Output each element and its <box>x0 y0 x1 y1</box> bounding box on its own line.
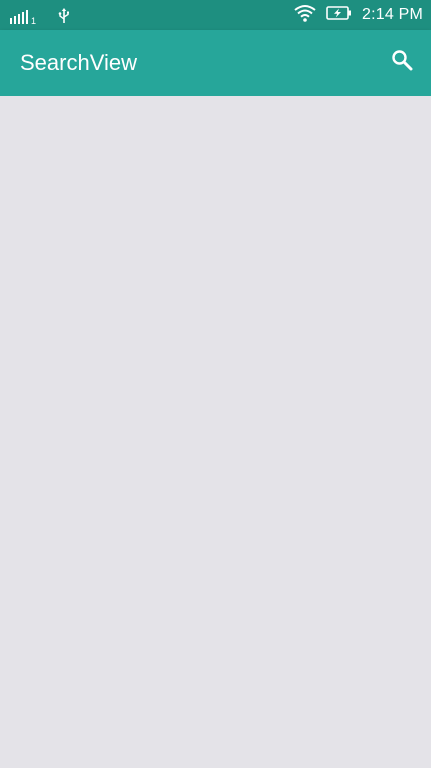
status-right-group: 2:14 PM <box>294 4 423 26</box>
app-bar: SearchView <box>0 30 431 96</box>
wifi-icon <box>294 4 316 27</box>
content-area <box>0 96 431 768</box>
usb-icon <box>58 8 70 24</box>
signal-icon <box>10 10 28 24</box>
status-time: 2:14 PM <box>362 6 423 23</box>
status-left-group: 1 <box>10 6 70 26</box>
app-title: SearchView <box>20 50 137 75</box>
search-button[interactable] <box>385 45 419 79</box>
sim-slot-label: 1 <box>31 16 37 26</box>
search-icon <box>390 48 414 77</box>
battery-charging-icon <box>326 5 352 25</box>
status-bar: 1 2:14 PM <box>0 0 431 30</box>
